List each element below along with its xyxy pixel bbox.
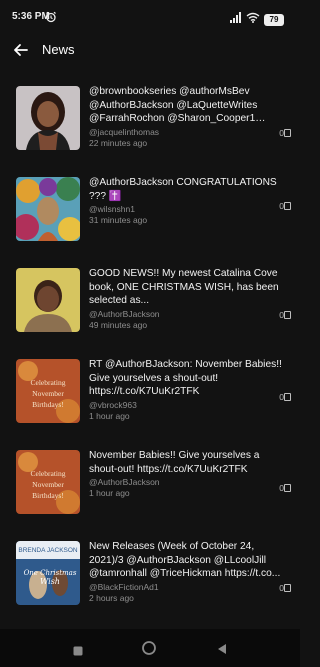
wifi-icon <box>246 10 260 28</box>
battery-level: 79 <box>264 14 284 26</box>
system-nav-bar <box>0 629 300 667</box>
feed-item[interactable]: @brownbookseries @authorMsBev @AuthorBJa… <box>0 74 300 164</box>
tweet-thumbnail <box>16 177 80 241</box>
tweet-thumbnail: Celebrating November Birthdays! <box>16 359 80 423</box>
tweet-timestamp: 1 hour ago <box>89 488 130 498</box>
comment-icon <box>284 129 291 137</box>
arrow-left-icon <box>14 44 28 56</box>
graphic-text: Birthdays! <box>32 400 64 409</box>
tweet-username: @vbrock963 <box>89 399 137 410</box>
status-icons: 79 <box>230 10 290 26</box>
feed-item[interactable]: GOOD NEWS!! My newest Catalina Cove book… <box>0 256 300 346</box>
tweet-timestamp: 31 minutes ago <box>89 215 148 225</box>
back-triangle-icon[interactable] <box>216 642 228 660</box>
page-title: News <box>42 42 75 57</box>
back-button[interactable] <box>10 39 32 61</box>
tweet-username: @AuthorBJackson <box>89 308 160 319</box>
alarm-icon <box>45 10 57 28</box>
reply-count[interactable]: 0 <box>271 583 291 593</box>
reply-count[interactable]: 0 <box>271 310 291 320</box>
reply-count[interactable]: 0 <box>271 392 291 402</box>
tweet-thumbnail <box>16 86 80 150</box>
tweet-timestamp: 22 minutes ago <box>89 137 148 148</box>
signal-icon <box>230 10 242 28</box>
tweet-username: @AuthorBJackson <box>89 477 160 487</box>
status-bar: 5:36 PM 79 <box>0 0 300 34</box>
tweet-text: New Releases (Week of October 24, 2021)/… <box>89 541 281 579</box>
tweet-thumbnail: BRENDA JACKSON One Christmas Wish <box>16 541 80 605</box>
graphic-text: November <box>32 389 64 398</box>
graphic-text: Birthdays! <box>32 491 64 500</box>
graphic-text: Celebrating <box>31 378 66 387</box>
tweet-text: @AuthorBJackson CONGRATULATIONS ??? ✝️ <box>89 177 277 202</box>
battery-icon: 79 <box>264 9 284 27</box>
tweet-username: @BlackFictionAd1 <box>89 581 159 592</box>
feed-item[interactable]: Celebrating November Birthdays! November… <box>0 438 300 528</box>
tweet-username: @wilsnshn1 <box>89 204 135 214</box>
tweet-thumbnail: Celebrating November Birthdays! <box>16 450 80 514</box>
feed-item[interactable]: Celebrating November Birthdays! RT @Auth… <box>0 347 300 437</box>
tweet-timestamp: 49 minutes ago <box>89 319 148 330</box>
comment-icon <box>284 584 291 592</box>
comment-icon <box>284 202 291 210</box>
reply-count[interactable]: 0 <box>271 128 291 138</box>
tweet-timestamp: 2 hours ago <box>89 592 134 603</box>
comment-icon <box>284 393 291 401</box>
tweet-thumbnail <box>16 268 80 332</box>
graphic-text: November <box>32 480 64 489</box>
tweet-timestamp: 1 hour ago <box>89 410 130 421</box>
tweet-text: GOOD NEWS!! My newest Catalina Cove book… <box>89 268 279 306</box>
graphic-text: One Christmas <box>24 569 77 577</box>
feed-item[interactable]: BRENDA JACKSON One Christmas Wish New Re… <box>0 529 300 619</box>
tweet-text: November Babies!! Give yourselves a shou… <box>89 450 260 475</box>
tweet-username: @jacquelinthomas <box>89 126 160 137</box>
comment-icon <box>284 484 291 492</box>
reply-count[interactable]: 0 <box>271 483 291 493</box>
graphic-text: Wish <box>40 577 60 586</box>
graphic-text: Celebrating <box>31 469 66 478</box>
graphic-text: BRENDA JACKSON <box>18 547 78 554</box>
tweet-text: RT @AuthorBJackson: November Babies!! Gi… <box>89 359 282 397</box>
recents-square-icon[interactable] <box>73 643 83 661</box>
feed-item[interactable]: @AuthorBJackson CONGRATULATIONS ??? ✝️ @… <box>0 165 300 255</box>
comment-icon <box>284 311 291 319</box>
app-bar: News <box>0 34 300 66</box>
tweet-text: @brownbookseries @authorMsBev @AuthorBJa… <box>89 86 258 124</box>
home-circle-icon[interactable] <box>142 641 156 660</box>
reply-count[interactable]: 0 <box>271 201 291 211</box>
